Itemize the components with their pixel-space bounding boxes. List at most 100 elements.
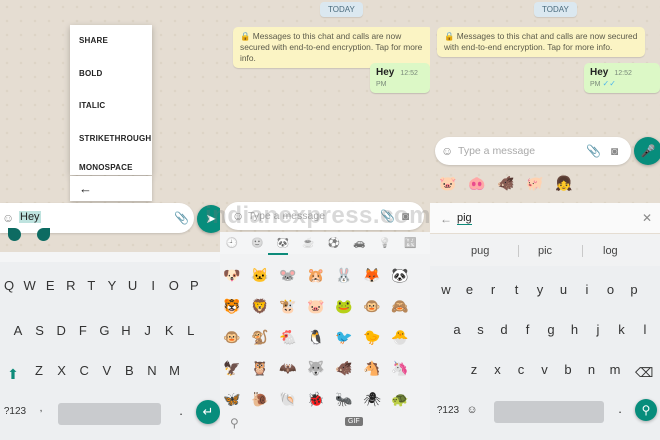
emoji-cell[interactable]: 🐤 [362, 328, 382, 346]
attach-icon[interactable]: 📎 [174, 211, 189, 225]
key-s[interactable]: S [31, 323, 49, 338]
mic-button[interactable]: 🎤 [634, 137, 660, 165]
menu-item-bold[interactable]: BOLD [70, 58, 152, 91]
encryption-notice[interactable]: 🔒 Messages to this chat and calls are no… [437, 27, 645, 57]
key-n[interactable]: N [143, 363, 161, 378]
key-r[interactable]: r [484, 282, 502, 297]
emoji-cell[interactable]: 🐴 [362, 359, 382, 377]
key-b[interactable]: b [559, 362, 577, 377]
key-s[interactable]: s [472, 322, 490, 337]
emoji-cell[interactable]: 🐰 [334, 266, 354, 284]
message-input-bar[interactable]: ☺ Hey 📎 [0, 203, 194, 233]
key-c[interactable]: C [75, 363, 93, 378]
emoji-cell[interactable]: 🐣 [390, 328, 410, 346]
emoji-cell[interactable]: 🐔 [278, 328, 298, 346]
key-z[interactable]: Z [30, 363, 48, 378]
emoji-cell[interactable]: 🐜 [334, 390, 354, 408]
spacebar[interactable] [58, 403, 161, 425]
emoji-cell[interactable]: 🐼 [390, 266, 410, 284]
key-e[interactable]: e [461, 282, 479, 297]
key-z[interactable]: z [465, 362, 483, 377]
key-o[interactable]: o [602, 282, 620, 297]
comma-key[interactable]: , [32, 403, 50, 414]
emoji-cell[interactable]: 🐧 [306, 328, 326, 346]
key-l[interactable]: l [636, 322, 654, 337]
emoji-suggestion[interactable]: 🐷 [438, 174, 458, 192]
search-key[interactable]: ⚲ [635, 399, 657, 421]
key-y[interactable]: y [531, 282, 549, 297]
key-e[interactable]: E [41, 278, 59, 293]
emoji-cell[interactable]: 🐦 [334, 328, 354, 346]
emoji-suggestion[interactable]: 🐖 [525, 174, 545, 192]
key-x[interactable]: X [53, 363, 71, 378]
back-arrow-icon[interactable]: ← [70, 176, 152, 201]
key-w[interactable]: w [437, 282, 455, 297]
key-f[interactable]: f [519, 322, 537, 337]
emoji-tab-icon[interactable]: ☕ [299, 235, 319, 253]
symbols-key[interactable]: ?123 [433, 405, 463, 416]
emoji-cell[interactable]: 🐶 [222, 266, 242, 284]
key-c[interactable]: c [512, 362, 530, 377]
key-o[interactable]: O [165, 278, 183, 293]
emoji-cell[interactable]: 🐭 [278, 266, 298, 284]
selection-handle-right[interactable] [37, 228, 50, 241]
emoji-cell[interactable]: 🐹 [306, 266, 326, 284]
gif-button[interactable]: GIF [345, 417, 363, 426]
period-key[interactable]: . [611, 401, 629, 416]
emoji-cell[interactable]: 🐗 [334, 359, 354, 377]
suggestion-2[interactable]: pic [538, 245, 552, 257]
emoji-tab-icon[interactable]: 💡 [375, 235, 395, 253]
key-w[interactable]: W [21, 278, 39, 293]
key-h[interactable]: H [117, 323, 135, 338]
emoji-cell[interactable]: 🐷 [306, 297, 326, 315]
key-i[interactable]: i [578, 282, 596, 297]
message-input-text[interactable]: Hey [19, 211, 41, 223]
shift-key[interactable]: ⬆ [4, 366, 22, 383]
emoji-suggestion[interactable]: 👧 [554, 174, 574, 192]
emoji-cell[interactable]: 🐸 [334, 297, 354, 315]
attach-icon[interactable]: 📎 [586, 144, 601, 158]
key-j[interactable]: j [589, 322, 607, 337]
period-key[interactable]: . [172, 403, 190, 418]
key-j[interactable]: J [139, 323, 157, 338]
key-h[interactable]: h [566, 322, 584, 337]
emoji-suggestion[interactable]: 🐽 [467, 174, 487, 192]
key-m[interactable]: M [166, 363, 184, 378]
back-arrow-icon[interactable]: ← [440, 212, 452, 226]
close-icon[interactable]: ✕ [642, 211, 652, 225]
emoji-cell[interactable]: 🐚 [278, 390, 298, 408]
emoji-tab-icon[interactable]: 🐼 [273, 235, 293, 253]
emoji-cell[interactable]: 🦉 [250, 359, 270, 377]
key-t[interactable]: t [508, 282, 526, 297]
key-f[interactable]: F [74, 323, 92, 338]
key-v[interactable]: V [98, 363, 116, 378]
key-d[interactable]: d [495, 322, 513, 337]
emoji-search-input[interactable]: pig [457, 212, 472, 225]
key-p[interactable]: p [625, 282, 643, 297]
key-g[interactable]: G [95, 323, 113, 338]
emoji-tab-icon[interactable]: 🕘 [222, 235, 242, 253]
emoji-cell[interactable]: 🐵 [362, 297, 382, 315]
emoji-cell[interactable]: 🐒 [250, 328, 270, 346]
menu-item-italic[interactable]: ITALIC [70, 90, 152, 123]
symbols-key[interactable]: ?123 [0, 406, 30, 417]
key-t[interactable]: T [82, 278, 100, 293]
key-m[interactable]: m [606, 362, 624, 377]
key-k[interactable]: k [613, 322, 631, 337]
key-p[interactable]: P [185, 278, 203, 293]
menu-item-strikethrough[interactable]: STRIKETHROUGH [70, 123, 152, 156]
key-a[interactable]: a [448, 322, 466, 337]
suggestion-3[interactable]: log [603, 245, 618, 257]
emoji-icon[interactable]: ☺ [441, 144, 453, 158]
message-input-bar[interactable]: ☺ Type a message 📎 ◙ [435, 137, 631, 165]
selection-handle-left[interactable] [8, 228, 21, 241]
emoji-cell[interactable]: 🐢 [390, 390, 410, 408]
emoji-cell[interactable]: 🐯 [222, 297, 242, 315]
emoji-cell[interactable]: 🐱 [250, 266, 270, 284]
emoji-cell[interactable]: 🐌 [250, 390, 270, 408]
key-u[interactable]: u [555, 282, 573, 297]
emoji-tab-icon[interactable]: ⚽ [324, 235, 344, 253]
key-n[interactable]: n [583, 362, 601, 377]
emoji-cell[interactable]: 🐮 [278, 297, 298, 315]
spacebar[interactable] [494, 401, 604, 423]
